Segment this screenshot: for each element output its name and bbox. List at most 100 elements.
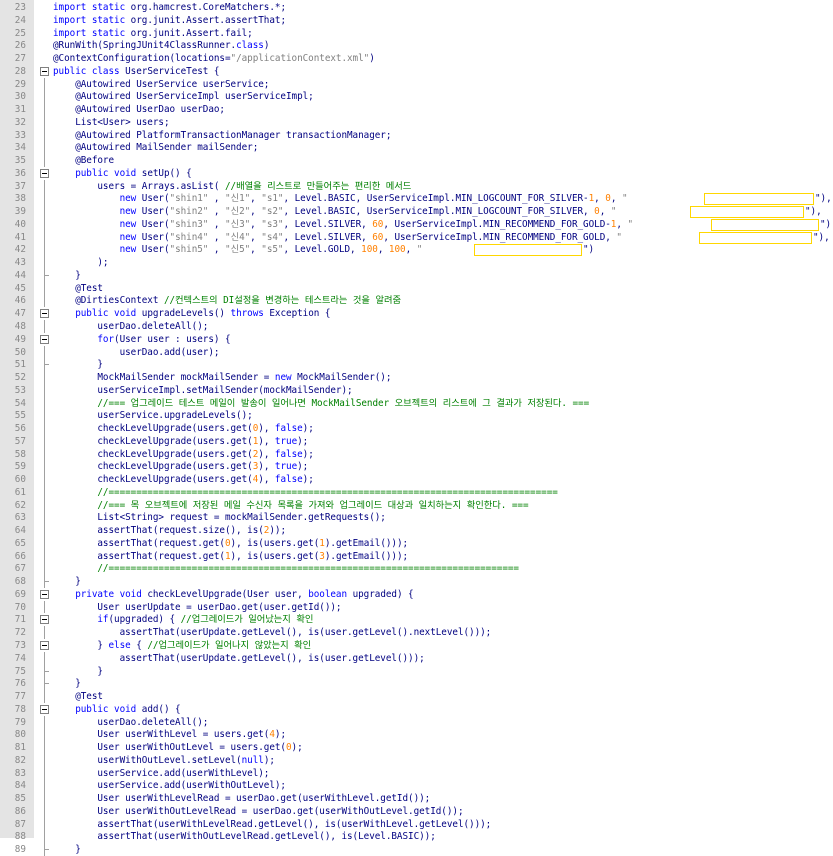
fold-toggle-icon[interactable] [40, 168, 49, 178]
line-number: 24 [14, 14, 26, 26]
code-line[interactable]: 49 for(User user : users) { [0, 333, 833, 346]
code-line[interactable]: 65 assertThat(request.get(0), is(users.g… [0, 536, 833, 550]
code-text: import static org.junit.Assert.fail; [53, 27, 253, 40]
code-text: userDao.deleteAll(); [53, 716, 208, 729]
code-line[interactable]: 44 } [0, 268, 833, 282]
code-line[interactable]: 25 import static org.junit.Assert.fail; [0, 27, 833, 40]
code-line[interactable]: 34 @Autowired MailSender mailSender; [0, 141, 833, 155]
code-line[interactable]: 84 userService.add(userWithOutLevel); [0, 779, 833, 793]
code-line[interactable]: 82 userWithOutLevel.setLevel(null); [0, 753, 833, 767]
code-token: org.hamcrest.CoreMatchers.*; [130, 2, 286, 13]
code-line[interactable]: 52 MockMailSender mockMailSender = new M… [0, 371, 833, 384]
code-line[interactable]: 87 assertThat(userWithLevelRead.getLevel… [0, 817, 833, 831]
code-line[interactable]: 33 @Autowired PlatformTransactionManager… [0, 128, 833, 142]
code-line[interactable]: 70 User userUpdate = userDao.get(user.ge… [0, 600, 833, 614]
code-line[interactable]: 72 assertThat(userUpdate.getLevel(), is(… [0, 626, 833, 639]
code-editor[interactable]: 23 import static org.hamcrest.CoreMatcher… [0, 0, 833, 856]
code-line[interactable]: 68 } [0, 575, 833, 588]
code-line[interactable]: 57 checkLevelUpgrade(users.get(1), true)… [0, 434, 833, 448]
fold-toggle-icon[interactable] [40, 704, 49, 714]
code-line[interactable]: 63 List<String> request = mockMailSender… [0, 511, 833, 525]
code-line[interactable]: 67 //===================================… [0, 562, 833, 576]
code-token: , [208, 218, 226, 230]
code-line[interactable]: 48 userDao.deleteAll(); [0, 320, 833, 333]
code-token: User( [141, 206, 170, 218]
code-token: false [274, 423, 303, 435]
code-text: public void setUp() { [53, 167, 192, 180]
code-token: "s1" [261, 193, 284, 205]
code-token: , [405, 244, 417, 256]
line-number: 84 [14, 780, 26, 792]
code-line[interactable]: 45 @Test [0, 281, 833, 295]
code-line[interactable]: 88 assertThat(userWithOutLevelRead.getLe… [0, 830, 833, 844]
code-line[interactable]: 51 } [0, 358, 833, 372]
fold-end-marker [44, 849, 49, 851]
code-line[interactable]: 74 assertThat(userUpdate.getLevel(), is(… [0, 651, 833, 665]
fold-toggle-icon[interactable] [40, 309, 49, 319]
code-text: @Autowired MailSender mailSender; [53, 141, 258, 154]
line-number: 45 [14, 282, 26, 294]
code-line[interactable]: 28 public class UserServiceTest { [0, 65, 833, 78]
code-line[interactable]: 27 @ContextConfiguration(locations="/appl… [0, 52, 833, 65]
code-line[interactable]: 85 User userWithLevelRead = userDao.get(… [0, 792, 833, 805]
code-line[interactable]: 60 checkLevelUpgrade(users.get(4), false… [0, 473, 833, 486]
code-line[interactable]: 69 private void checkLevelUpgrade(User u… [0, 588, 833, 601]
code-line[interactable]: 36 public void setUp() { [0, 167, 833, 180]
code-line[interactable]: 38 new User("shin1" , "신1", "s1", Level.… [0, 192, 833, 206]
code-line[interactable]: 58 checkLevelUpgrade(users.get(2), false… [0, 447, 833, 461]
fold-guide [44, 447, 45, 461]
code-line[interactable]: 47 public void upgradeLevels() throws Ex… [0, 307, 833, 320]
code-line[interactable]: 23 import static org.hamcrest.CoreMatcher… [0, 1, 833, 14]
code-line[interactable]: 73 } else { //업그레이드가 일어나지 않았는지 확인 [0, 639, 833, 652]
fold-toggle-icon[interactable] [40, 66, 49, 76]
code-token: , [594, 193, 606, 205]
code-token: } [53, 269, 81, 281]
code-line[interactable]: 80 User userWithLevel = users.get(4); [0, 728, 833, 742]
code-line[interactable]: 43 ); [0, 256, 833, 269]
code-line[interactable]: 39 new User("shin2" , "신2", "s2", Level.… [0, 205, 833, 219]
fold-toggle-icon[interactable] [40, 641, 49, 650]
code-line[interactable]: 76 } [0, 677, 833, 691]
code-token: "shin3" [169, 218, 209, 230]
code-line[interactable]: 56 checkLevelUpgrade(users.get(0), false… [0, 422, 833, 435]
code-line[interactable]: 54 //=== 업그레이드 테스트 메일이 발송이 일어나면 MockMail… [0, 396, 833, 410]
code-line[interactable]: 79 userDao.deleteAll(); [0, 715, 833, 729]
code-line[interactable]: 41 new User("shin4" , "신4", "s4", Level.… [0, 230, 833, 244]
code-line[interactable]: 81 User userWithOutLevel = users.get(0); [0, 741, 833, 754]
code-line[interactable]: 62 //=== 목 오브젝트에 저장된 메일 수신자 목록을 가져와 업그레이… [0, 498, 833, 512]
code-line[interactable]: 77 @Test [0, 690, 833, 703]
code-line[interactable]: 46 @DirtiesContext //컨텍스트의 DI설정을 변경하는 테스… [0, 294, 833, 308]
code-line[interactable]: 35 @Before [0, 154, 833, 167]
code-line[interactable]: 37 users = Arrays.asList( //배열을 리스트로 만들어… [0, 179, 833, 193]
code-line[interactable]: 50 userDao.add(user); [0, 345, 833, 359]
code-line[interactable]: 71 if(upgraded) { //업그레이드가 일어났는지 확인 [0, 613, 833, 626]
code-line[interactable]: 26 @RunWith(SpringJUnit4ClassRunner.class… [0, 39, 833, 52]
fold-toggle-icon[interactable] [40, 334, 49, 344]
code-token: else [108, 640, 137, 651]
code-line[interactable]: 66 assertThat(request.get(1), is(users.g… [0, 549, 833, 563]
code-line[interactable]: 61 //===================================… [0, 485, 833, 499]
code-line[interactable]: 55 userService.upgradeLevels(); [0, 409, 833, 423]
code-line[interactable]: 53 userServiceImpl.setMailSender(mockMai… [0, 383, 833, 397]
code-line[interactable]: 78 public void add() { [0, 703, 833, 716]
code-line[interactable]: 31 @Autowired UserDao userDao; [0, 103, 833, 116]
code-line[interactable]: 86 User userWithOutLevelRead = userDao.g… [0, 804, 833, 818]
code-line[interactable]: 32 List<User> users; [0, 115, 833, 129]
line-number: 51 [14, 359, 26, 371]
line-number: 33 [14, 129, 26, 141]
line-number: 77 [14, 691, 26, 703]
code-line[interactable]: 64 assertThat(request.size(), is(2)); [0, 524, 833, 537]
code-line[interactable]: 24 import static org.junit.Assert.assertT… [0, 14, 833, 27]
code-line[interactable]: 29 @Autowired UserService userService; [0, 77, 833, 91]
code-line[interactable]: 40 new User("shin3" , "신3", "s3", Level.… [0, 217, 833, 231]
fold-toggle-icon[interactable] [40, 615, 49, 625]
fold-toggle-icon[interactable] [40, 589, 49, 599]
code-line-tail: "), [815, 192, 832, 205]
code-line[interactable]: 89 } [0, 843, 833, 856]
code-line[interactable]: 42 new User("shin5" , "신5", "s5", Level.… [0, 243, 833, 257]
code-line[interactable]: 83 userService.add(userWithLevel); [0, 766, 833, 780]
code-line[interactable]: 59 checkLevelUpgrade(users.get(3), true)… [0, 460, 833, 474]
code-token: ); [302, 448, 314, 460]
code-line[interactable]: 30 @Autowired UserServiceImpl userServic… [0, 90, 833, 104]
code-line[interactable]: 75 } [0, 664, 833, 678]
